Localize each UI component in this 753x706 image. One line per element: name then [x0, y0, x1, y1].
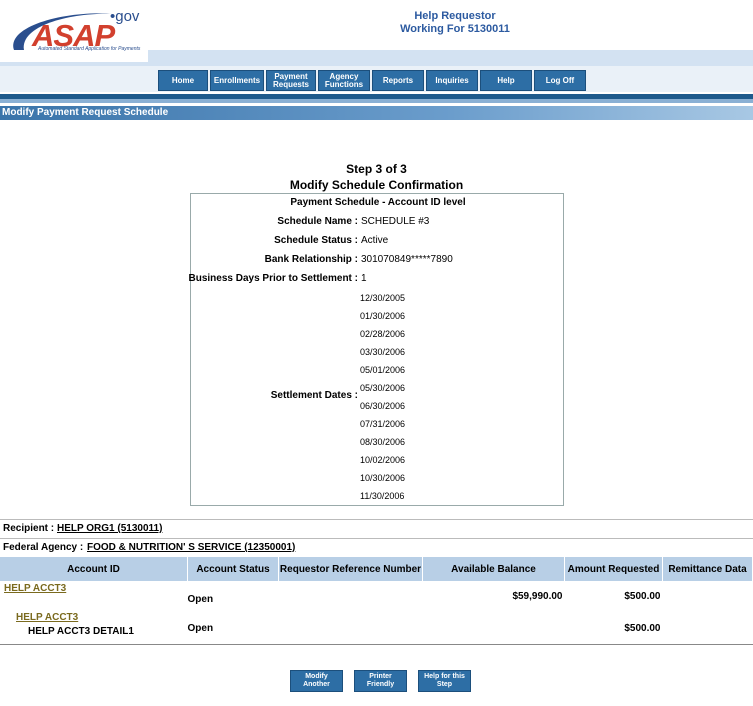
table-row: HELP ACCT3 HELP ACCT3 DETAIL1 Open $500.… [0, 612, 753, 644]
remittance-cell [663, 581, 753, 612]
summary-heading: Payment Schedule - Account ID level [290, 197, 466, 208]
working-for: Working For 5130011 [400, 23, 510, 35]
user-info: Help Requestor Working For 5130011 [395, 10, 515, 36]
help-for-step-button[interactable]: Help for this Step [418, 670, 471, 692]
settlement-date: 10/30/2006 [360, 473, 406, 483]
nav-home[interactable]: Home [158, 70, 208, 91]
nav-enrollments[interactable]: Enrollments [210, 70, 264, 91]
col-amount-requested: Amount Requested [564, 557, 663, 581]
page-title: Modify Payment Request Schedule [2, 107, 169, 118]
settlement-date: 01/30/2006 [360, 311, 406, 321]
agency-row: Federal Agency : FOOD & NUTRITION' S SER… [0, 538, 753, 556]
header: ASAP •gov Automated Standard Application… [0, 0, 753, 103]
amount-cell: $500.00 [624, 591, 661, 602]
col-account-id: Account ID [0, 557, 188, 581]
logo-gov: •gov [110, 8, 140, 25]
business-days-label: Business Days Prior to Settlement : [188, 273, 359, 284]
balance-cell [423, 612, 565, 644]
table-row: HELP ACCT3 Open $59,990.00 $500.00 [0, 581, 753, 612]
agency-link[interactable]: FOOD & NUTRITION' S SERVICE (12350001) [87, 542, 295, 553]
col-account-status: Account Status [187, 557, 279, 581]
bank-relationship-label: Bank Relationship : [264, 254, 358, 265]
settlement-date: 05/01/2006 [360, 365, 406, 375]
col-remittance-data: Remittance Data [662, 557, 753, 581]
settlement-date: 08/30/2006 [360, 437, 406, 447]
settlement-date: 11/30/2006 [360, 491, 405, 501]
settlement-date: 10/02/2006 [360, 455, 406, 465]
nav-reports[interactable]: Reports [372, 70, 424, 91]
agency-label: Federal Agency : [3, 542, 84, 553]
settlement-date: 07/31/2006 [360, 419, 406, 429]
recipient-row: Recipient : HELP ORG1 (5130011) [0, 519, 753, 537]
modify-another-button[interactable]: Modify Another [290, 670, 343, 692]
status-cell: Open [187, 622, 214, 634]
settlement-date: 12/30/2005 [360, 293, 406, 303]
nav-agency-functions[interactable]: Agency Functions [318, 70, 370, 91]
schedule-status-value: Active [361, 235, 389, 246]
status-cell: Open [187, 594, 214, 605]
page-title-bar: Modify Payment Request Schedule [0, 106, 753, 120]
asap-logo[interactable]: ASAP •gov Automated Standard Application… [6, 6, 146, 66]
recipient-link[interactable]: HELP ORG1 (5130011) [57, 523, 162, 534]
step-title: Modify Schedule Confirmation [289, 178, 464, 192]
settlement-dates-label: Settlement Dates : [270, 390, 358, 401]
schedule-status-label: Schedule Status : [274, 235, 358, 246]
schedule-name-label: Schedule Name : [277, 216, 358, 227]
col-requestor-ref: Requestor Reference Number [278, 557, 423, 581]
nav-inquiries[interactable]: Inquiries [426, 70, 478, 91]
logo-tagline: Automated Standard Application for Payme… [38, 46, 141, 52]
amount-cell: $500.00 [624, 622, 661, 634]
main-nav: Home Enrollments Payment Requests Agency… [158, 70, 586, 92]
ref-cell [279, 581, 423, 612]
printer-friendly-button[interactable]: Printer Friendly [354, 670, 407, 692]
account-table: Account ID Account Status Requestor Refe… [0, 557, 753, 644]
ref-cell [279, 612, 423, 644]
header-light-line [0, 99, 753, 103]
remittance-cell [663, 612, 753, 644]
bank-relationship-value: 301070849*****7890 [361, 254, 453, 265]
settlement-date: 05/30/2006 [360, 383, 406, 393]
nav-log-off[interactable]: Log Off [534, 70, 586, 91]
settlement-date: 06/30/2006 [360, 401, 406, 411]
col-available-balance: Available Balance [422, 557, 565, 581]
bottom-divider [0, 644, 753, 645]
header-band [148, 50, 753, 66]
balance-cell: $59,990.00 [512, 591, 563, 602]
table-header-row: Account ID Account Status Requestor Refe… [0, 557, 753, 581]
step-number: Step 3 of 3 [346, 162, 407, 176]
settlement-date: 03/30/2006 [360, 347, 406, 357]
account-detail: HELP ACCT3 DETAIL1 [28, 626, 134, 637]
step-indicator: Step 3 of 3 Modify Schedule Confirmation [0, 161, 753, 193]
account-cell: HELP ACCT3 [0, 581, 188, 612]
schedule-summary: Payment Schedule - Account ID level Sche… [188, 193, 564, 506]
account-link[interactable]: HELP ACCT3 [4, 583, 66, 594]
schedule-name-value: SCHEDULE #3 [361, 216, 430, 227]
settlement-date: 02/28/2006 [360, 329, 406, 339]
business-days-value: 1 [361, 273, 367, 284]
recipient-label: Recipient : [3, 523, 55, 534]
account-link[interactable]: HELP ACCT3 [16, 612, 188, 623]
account-cell: HELP ACCT3 HELP ACCT3 DETAIL1 [0, 612, 188, 644]
nav-help[interactable]: Help [480, 70, 532, 91]
action-buttons: Modify Another Printer Friendly Help for… [290, 670, 471, 692]
nav-payment-requests[interactable]: Payment Requests [266, 70, 316, 91]
user-role: Help Requestor [414, 10, 496, 22]
